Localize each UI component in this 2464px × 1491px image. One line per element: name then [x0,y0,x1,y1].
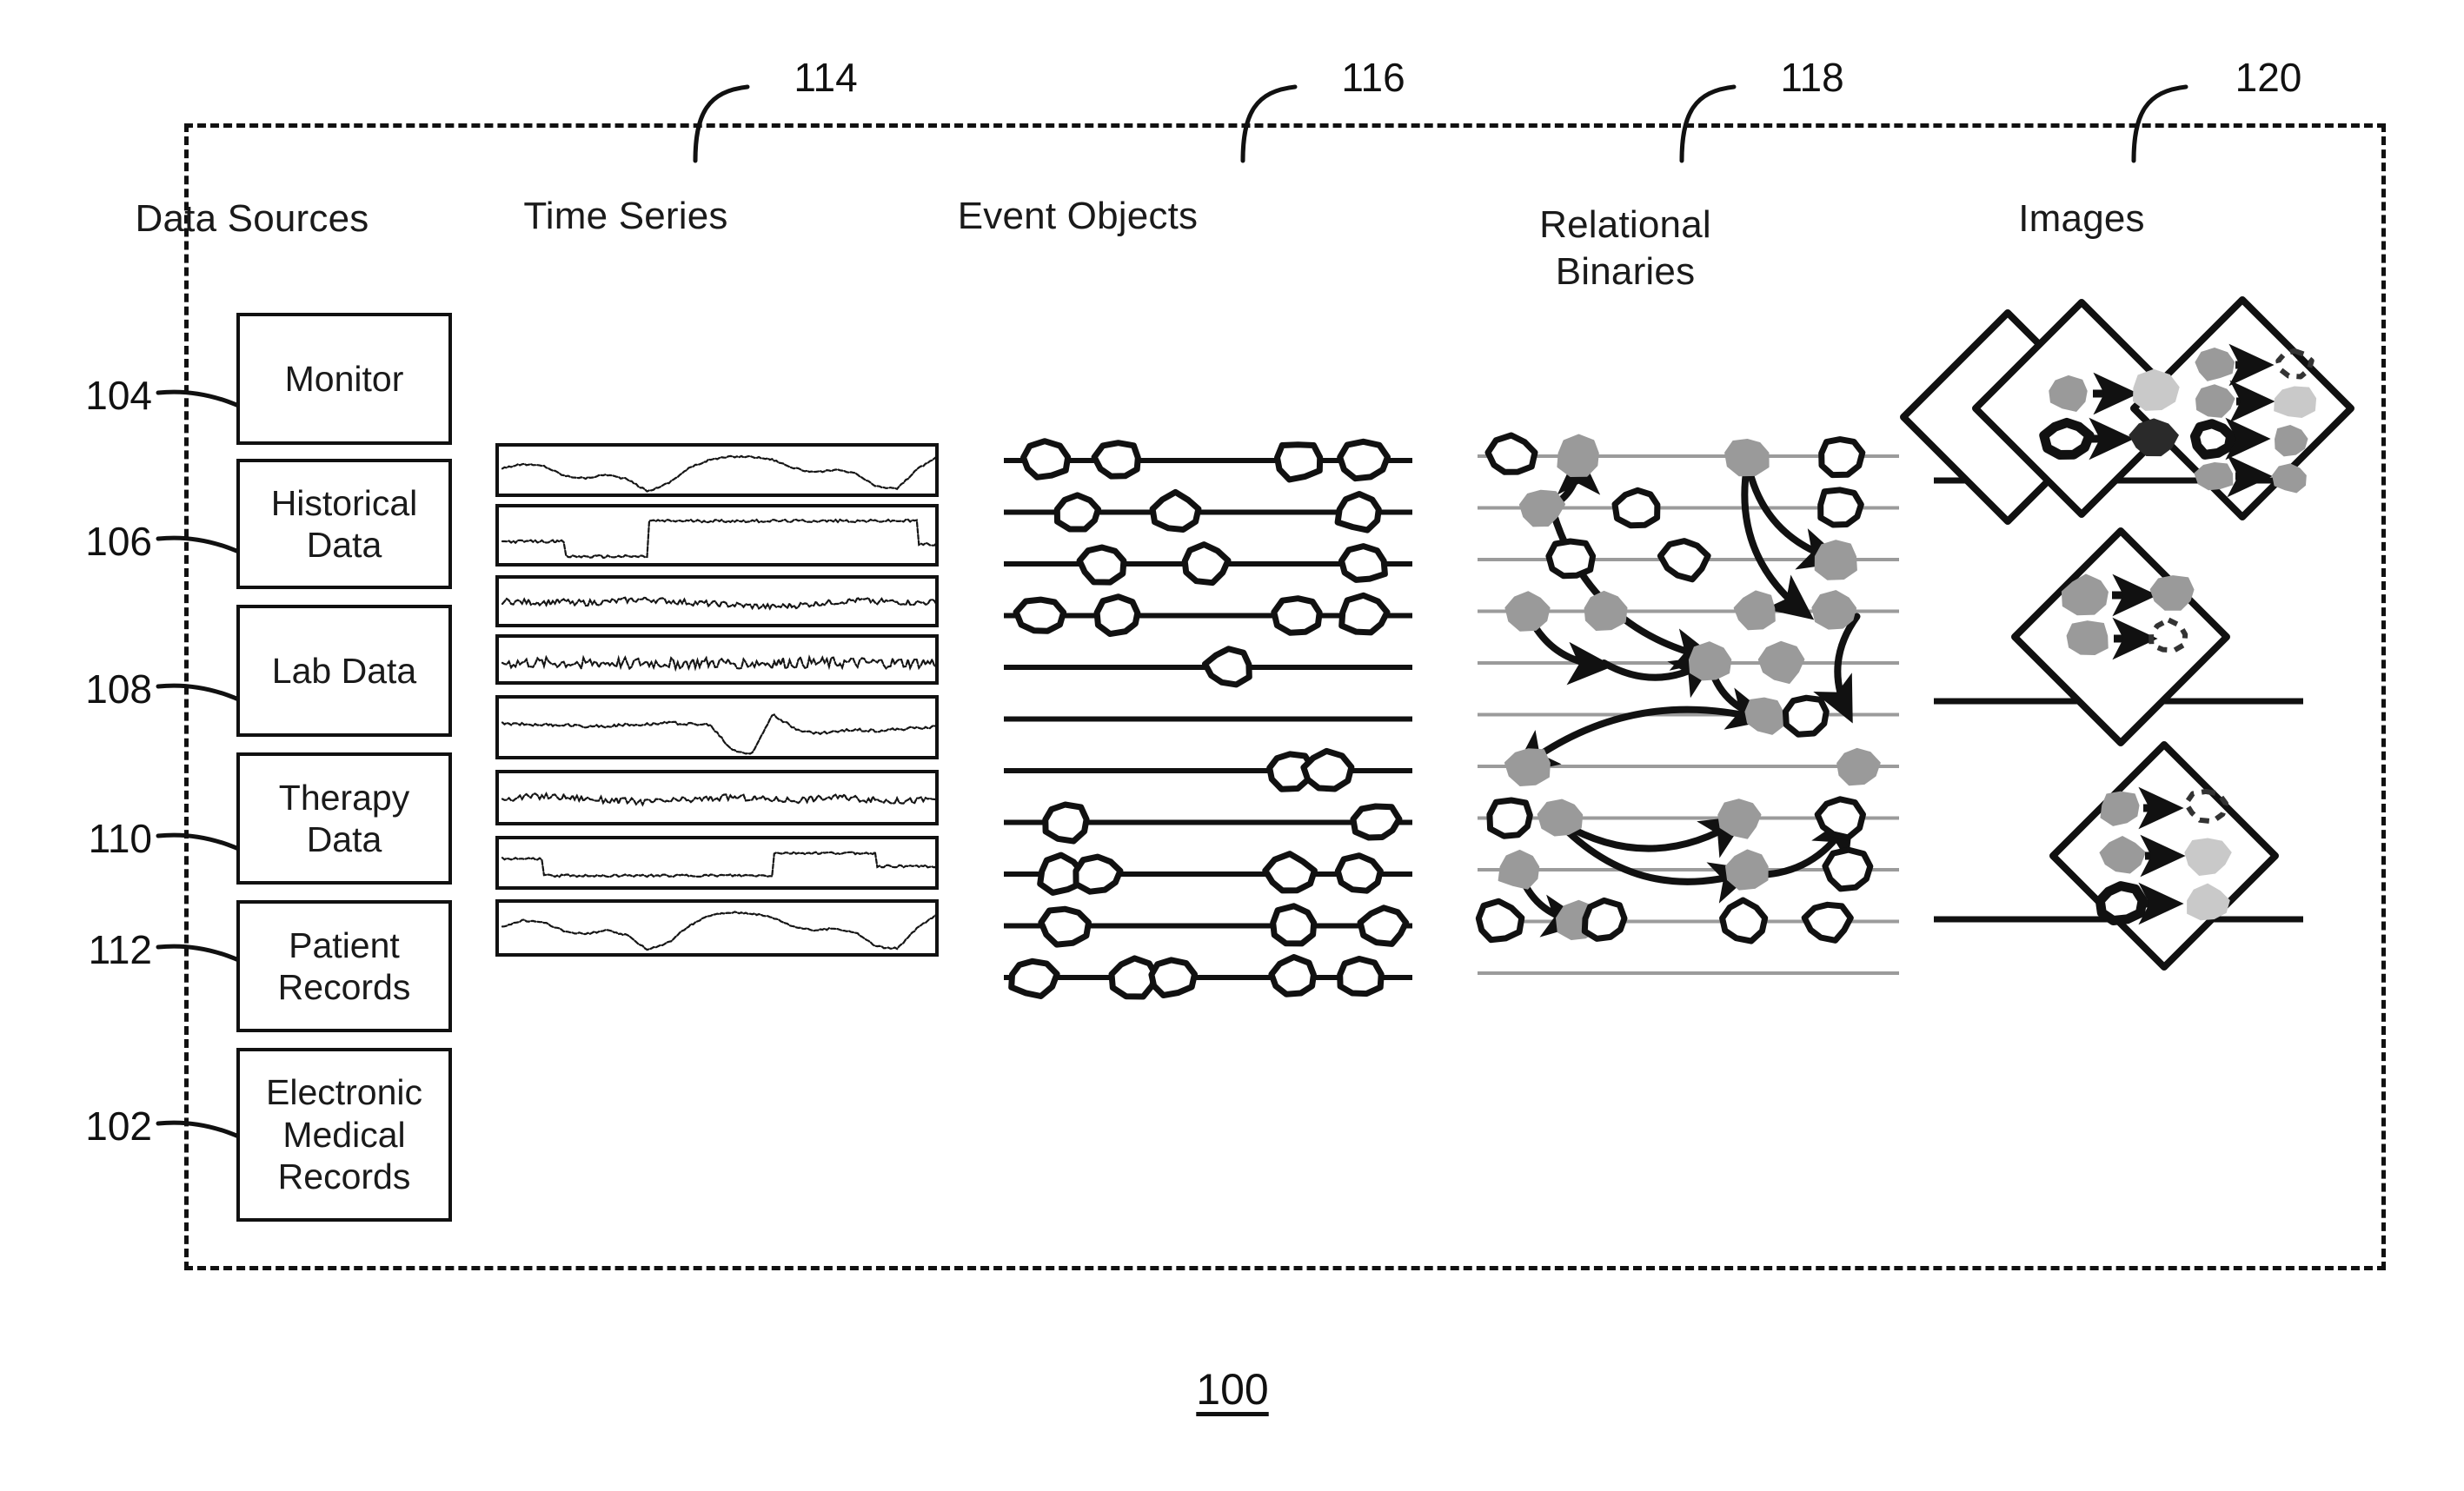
ref-number-106: 106 [85,519,152,564]
ref-number-116: 116 [1341,55,1405,100]
figure-canvas: Data Sources Time Series Event Objects R… [0,0,2464,1491]
time-series-strip [495,575,939,627]
ref-number-104: 104 [85,373,152,418]
ref-number-114: 114 [794,55,858,100]
ref-number-110: 110 [88,816,152,861]
source-box-monitor[interactable]: Monitor [236,313,452,445]
time-series-strip [495,634,939,685]
ref-number-102: 102 [85,1103,152,1149]
source-box-lab-data[interactable]: Lab Data [236,605,452,737]
time-series-strip [495,504,939,567]
ref-number-118: 118 [1780,55,1844,100]
column-header-relational-binaries: Relational Binaries [1539,203,1711,293]
column-header-data-sources: Data Sources [135,197,369,240]
column-header-images: Images [2018,197,2145,240]
time-series-strip [495,443,939,497]
column-header-time-series: Time Series [523,195,728,237]
time-series-strip [495,836,939,890]
source-box-electronic-medical-records[interactable]: Electronic Medical Records [236,1048,452,1222]
time-series-strip [495,899,939,957]
source-box-therapy-data[interactable]: Therapy Data [236,752,452,885]
time-series-strip [495,770,939,825]
time-series-strip [495,695,939,759]
source-box-patient-records[interactable]: Patient Records [236,900,452,1032]
ref-number-108: 108 [85,666,152,712]
ref-number-120: 120 [2235,55,2302,100]
source-box-historical-data[interactable]: Historical Data [236,459,452,589]
column-header-event-objects: Event Objects [957,195,1199,237]
figure-caption: 100 [1196,1365,1269,1414]
ref-number-112: 112 [88,927,152,972]
